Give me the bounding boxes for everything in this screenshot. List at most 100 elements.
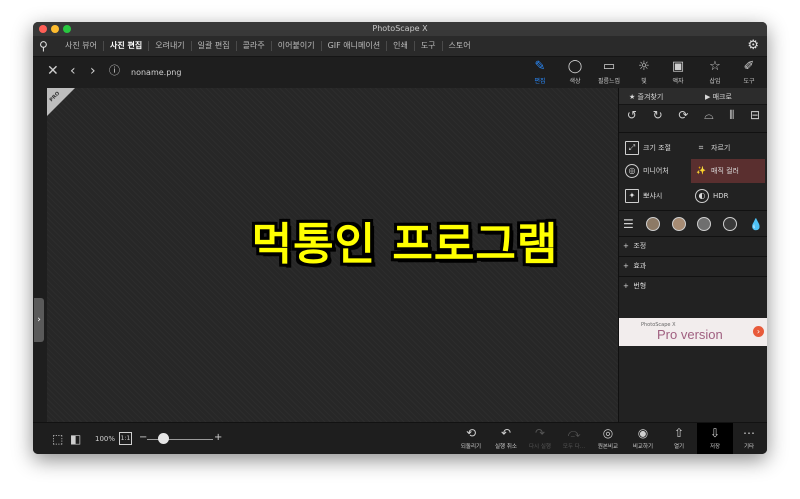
menu-item-editor[interactable]: 사진 편집 <box>104 41 150 51</box>
magic-wand-icon: ✨ <box>696 166 706 175</box>
resize-button[interactable]: ⤢ 크기 조절 <box>625 139 691 157</box>
gear-icon[interactable]: ⚙ <box>747 39 759 53</box>
tab-insert[interactable]: ☆ 삽입 <box>701 59 729 85</box>
rotate-flip-row: ↺ ↻ ⟳ ⌓ ⫴ ⊟ <box>619 108 767 126</box>
select-area-icon[interactable]: ⬚ <box>52 432 63 446</box>
perspective-icon[interactable]: ⌓ <box>704 108 714 126</box>
more-icon: ⋯ <box>743 426 755 440</box>
menu-item-gif[interactable]: GIF 애니메이션 <box>322 41 388 51</box>
filter-preset[interactable] <box>697 217 712 231</box>
app-window: PhotoScape X ⚲ 사진 뷰어 사진 편집 오려내기 일괄 편집 콜라… <box>33 22 767 454</box>
open-button[interactable]: ⇧ 열기 <box>661 426 697 450</box>
minimize-window-button[interactable] <box>51 25 59 33</box>
filter-preset[interactable] <box>645 217 660 231</box>
editor-toolbar: ✕ ‹ › ⓘ noname.png ✎ 편집 ◯ 색상 ▭ 필름느낌 ☼ 빛 … <box>33 57 767 88</box>
tab-frame[interactable]: ▣ 액자 <box>664 59 692 85</box>
insert-icon: ☆ <box>709 59 721 74</box>
menu-item-viewer[interactable]: 사진 뷰어 <box>59 41 104 51</box>
menu-item-print[interactable]: 인쇄 <box>387 41 415 51</box>
miniature-icon: ◎ <box>625 164 639 178</box>
close-icon[interactable]: ✕ <box>47 63 59 79</box>
main-menu: 사진 뷰어 사진 편집 오려내기 일괄 편집 콜라주 이어붙이기 GIF 애니메… <box>59 36 477 56</box>
compare-icon: ◉ <box>637 426 649 440</box>
redo-all-button[interactable]: ⤼ 모두 다... <box>556 426 592 450</box>
list-icon[interactable]: ☰ <box>623 217 634 231</box>
tab-film[interactable]: ▭ 필름느낌 <box>595 59 623 85</box>
app-logo-icon: ⚲ <box>39 39 48 53</box>
droplet-icon[interactable]: 💧 <box>749 218 763 231</box>
zoom-level: 100% <box>95 435 116 443</box>
compare-original-button[interactable]: ◎ 원본비교 <box>590 426 626 450</box>
macro-tab[interactable]: ▶ 매크로 <box>705 92 732 102</box>
undo-button[interactable]: ↶ 실행 취소 <box>488 426 524 450</box>
menu-item-tools[interactable]: 도구 <box>415 41 443 51</box>
color-icon: ◯ <box>567 59 583 74</box>
section-transform[interactable]: + 번형 <box>619 276 767 295</box>
zoom-slider-handle[interactable] <box>158 433 169 444</box>
close-window-button[interactable] <box>39 25 47 33</box>
expand-sidebar-button[interactable]: › <box>34 298 44 342</box>
save-icon: ⇩ <box>709 426 721 440</box>
divider <box>619 210 767 211</box>
frame-icon: ▣ <box>671 59 685 74</box>
menu-item-combine[interactable]: 이어붙이기 <box>272 41 322 51</box>
filter-preset[interactable] <box>723 217 738 231</box>
miniature-button[interactable]: ◎ 미니어처 <box>625 162 691 180</box>
save-button[interactable]: ⇩ 저장 <box>697 423 733 454</box>
window-title: PhotoScape X <box>372 24 428 33</box>
tools-icon: ✐ <box>743 59 755 74</box>
split-view-icon[interactable]: ◧ <box>70 432 81 446</box>
menu-item-batch[interactable]: 일괄 편집 <box>192 41 237 51</box>
rotate-right-icon[interactable]: ↻ <box>653 108 663 126</box>
magic-color-button[interactable]: ✨ 매직 컬러 <box>691 159 765 183</box>
hdr-button[interactable]: ◐ HDR <box>695 187 761 205</box>
tab-color[interactable]: ◯ 색상 <box>561 59 589 85</box>
favorites-tab[interactable]: ★ 즐겨찾기 <box>629 92 663 102</box>
redo-icon: ↷ <box>534 426 546 440</box>
bloom-button[interactable]: ✦ 뽀샤시 <box>625 187 691 205</box>
flip-horizontal-icon[interactable]: ⫴ <box>729 108 734 126</box>
edit-icon: ✎ <box>534 59 546 74</box>
zoom-window-button[interactable] <box>63 25 71 33</box>
actual-size-button[interactable]: 1:1 <box>119 432 132 445</box>
tab-edit[interactable]: ✎ 편집 <box>526 59 554 85</box>
more-button[interactable]: ⋯ 기타 <box>731 426 767 450</box>
menu-item-store[interactable]: 스토어 <box>443 41 477 51</box>
crop-icon: ⌗ <box>698 143 704 152</box>
divider <box>619 132 767 133</box>
left-gutter: › <box>33 88 47 422</box>
redo-all-icon: ⤼ <box>567 426 581 440</box>
arrow-right-icon: › <box>753 326 764 337</box>
menu-item-cut-out[interactable]: 오려내기 <box>149 41 192 51</box>
info-icon[interactable]: ⓘ <box>109 63 120 79</box>
file-name: noname.png <box>131 68 182 77</box>
zoom-slider[interactable] <box>147 439 213 440</box>
section-effects[interactable]: + 효과 <box>619 256 767 275</box>
chevron-right-icon[interactable]: › <box>90 63 96 79</box>
menu-item-collage[interactable]: 콜라주 <box>237 41 272 51</box>
filter-preset[interactable] <box>671 217 686 231</box>
tab-light[interactable]: ☼ 빛 <box>630 59 658 85</box>
chevron-left-icon[interactable]: ‹ <box>70 63 76 79</box>
zoom-in-icon[interactable]: + <box>214 432 222 443</box>
overlay-caption: 먹통인 프로그램 <box>251 219 559 270</box>
revert-button[interactable]: ⟲ 되돌리기 <box>453 426 489 450</box>
compare-button[interactable]: ◉ 비교하기 <box>625 426 661 450</box>
crop-button[interactable]: ⌗ 자르기 <box>695 139 761 157</box>
panel-tabs: ★ 즐겨찾기 ▶ 매크로 <box>619 88 767 105</box>
compare-original-icon: ◎ <box>602 426 614 440</box>
bloom-icon: ✦ <box>625 189 639 203</box>
pro-version-banner[interactable]: PhotoScape X Pro version › <box>619 318 767 346</box>
tab-tools[interactable]: ✐ 도구 <box>735 59 763 85</box>
open-icon: ⇧ <box>673 426 685 440</box>
film-icon: ▭ <box>602 59 616 74</box>
redo-button[interactable]: ↷ 다시 실행 <box>522 426 558 450</box>
light-icon: ☼ <box>638 59 650 74</box>
menu-bar: ⚲ 사진 뷰어 사진 편집 오려내기 일괄 편집 콜라주 이어붙이기 GIF 애… <box>33 36 767 57</box>
section-adjust[interactable]: + 조정 <box>619 236 767 255</box>
zoom-out-icon[interactable]: − <box>139 432 147 443</box>
rotate-left-icon[interactable]: ↺ <box>627 108 637 126</box>
undo-icon: ↶ <box>500 426 512 440</box>
flip-vertical-icon[interactable]: ⊟ <box>750 108 760 126</box>
straighten-icon[interactable]: ⟳ <box>678 108 688 126</box>
